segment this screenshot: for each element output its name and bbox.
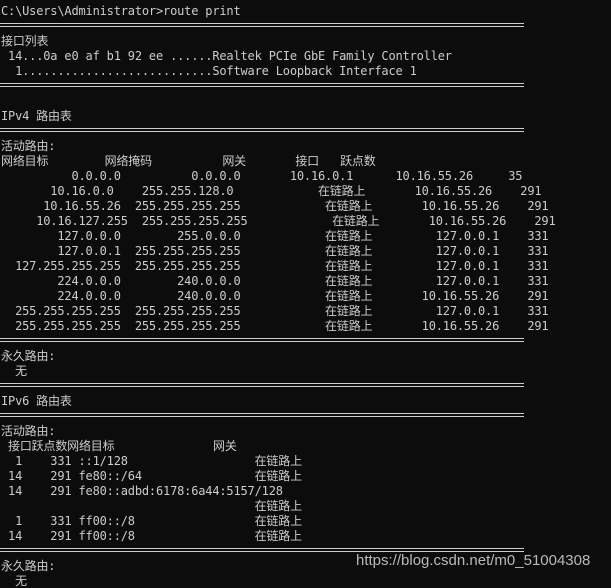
ipv6-table-row: 1 331 ::1/128 在链路上	[1, 454, 302, 468]
interface-list-item: 14...0a e0 af b1 92 ee ......Realtek PCI…	[1, 49, 452, 63]
separator-rule-1	[0, 19, 611, 34]
interface-list-title: 接口列表	[1, 34, 49, 48]
ipv4-table-row: 255.255.255.255 255.255.255.255 在链路上 127…	[1, 304, 549, 318]
interface-list-item: 1...........................Software Loo…	[1, 64, 417, 78]
ipv4-persistent-routes-label: 永久路由:	[1, 349, 56, 363]
ipv4-table-row: 10.16.0.0 255.255.128.0 在链路上 10.16.55.26…	[1, 184, 542, 198]
separator-rule-5	[0, 379, 611, 394]
ipv4-persistent-routes-value: 无	[1, 364, 27, 378]
ipv4-table-row: 224.0.0.0 240.0.0.0 在链路上 127.0.0.1 331	[1, 274, 549, 288]
ipv4-table-row: 127.0.0.1 255.255.255.255 在链路上 127.0.0.1…	[1, 244, 549, 258]
ipv6-table-row: 14 291 fe80::adbd:6178:6a44:5157/128	[1, 484, 283, 498]
ipv6-table-row: 14 291 fe80::/64 在链路上	[1, 469, 302, 483]
ipv6-table-row: 1 331 ff00::/8 在链路上	[1, 514, 302, 528]
ipv6-table-row: 在链路上	[1, 499, 302, 513]
console-window[interactable]: C:\Users\Administrator>route print 接口列表 …	[0, 0, 611, 588]
ipv4-table-row: 127.0.0.0 255.0.0.0 在链路上 127.0.0.1 331	[1, 229, 549, 243]
ipv6-route-table-title: IPv6 路由表	[1, 394, 72, 408]
watermark-url: https://blog.csdn.net/m0_51004308	[356, 552, 591, 569]
ipv6-persistent-routes-value: 无	[1, 574, 27, 588]
ipv4-table-row: 10.16.55.26 255.255.255.255 在链路上 10.16.5…	[1, 199, 549, 213]
ipv6-table-header: 接口跃点数网络目标 网关	[1, 439, 237, 453]
separator-rule-6	[0, 409, 611, 424]
ipv4-table-row: 255.255.255.255 255.255.255.255 在链路上 10.…	[1, 319, 549, 333]
ipv4-table-header: 网络目标 网络掩码 网关 接口 跃点数	[1, 154, 376, 168]
command-prompt-line-top: C:\Users\Administrator>route print	[1, 4, 241, 18]
ipv4-table-row: 224.0.0.0 240.0.0.0 在链路上 10.16.55.26 291	[1, 289, 549, 303]
ipv4-table-row: 127.255.255.255 255.255.255.255 在链路上 127…	[1, 259, 549, 273]
separator-rule-2	[0, 79, 611, 94]
ipv4-table-row: 10.16.127.255 255.255.255.255 在链路上 10.16…	[1, 214, 556, 228]
separator-rule-4	[0, 334, 611, 349]
ipv6-table-row: 14 291 ff00::/8 在链路上	[1, 529, 302, 543]
ipv4-active-routes-label: 活动路由:	[1, 139, 56, 153]
separator-rule-3	[0, 124, 611, 139]
ipv4-table-row: 0.0.0.0 0.0.0.0 10.16.0.1 10.16.55.26 35	[1, 169, 523, 183]
ipv4-route-table-title: IPv4 路由表	[1, 109, 72, 123]
ipv6-active-routes-label: 活动路由:	[1, 424, 56, 438]
